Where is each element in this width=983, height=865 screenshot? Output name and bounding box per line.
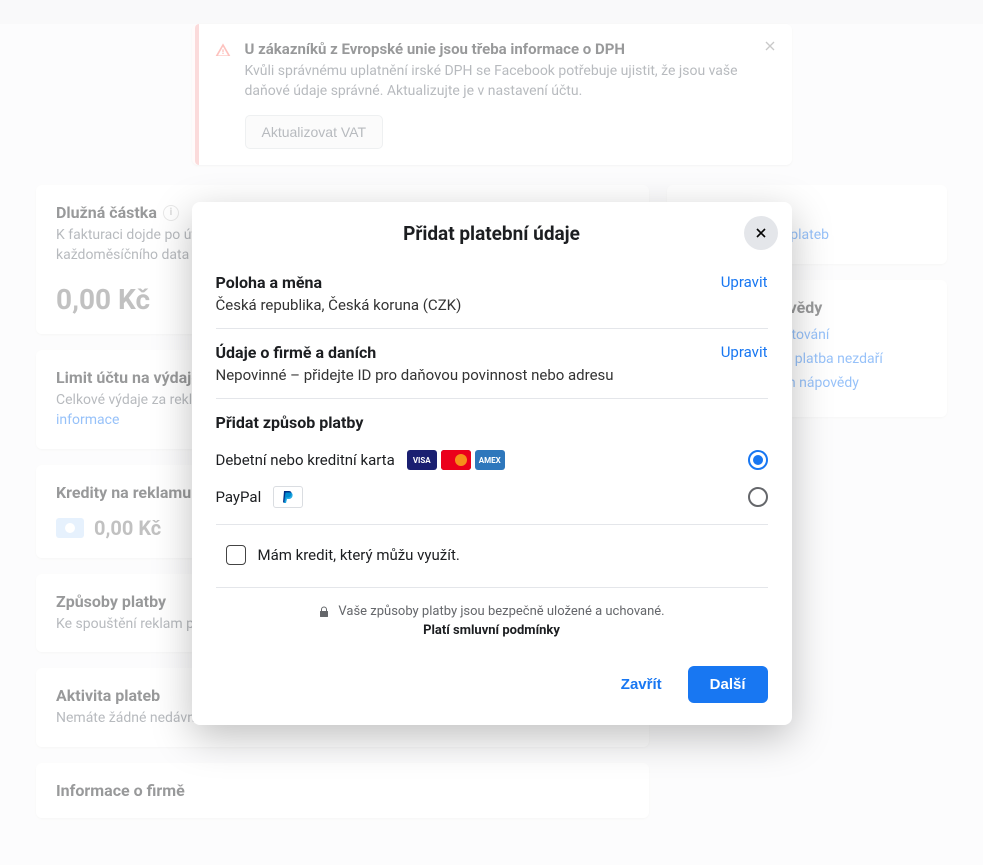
add-method-title: Přidat způsob platby	[216, 399, 768, 442]
credit-checkbox-row: Mám kredit, který můžu využít.	[216, 524, 768, 587]
paypal-option-label: PayPal	[216, 488, 262, 506]
tax-title: Údaje o firmě a daních	[216, 343, 614, 362]
location-section: Poloha a měna Česká republika, Česká kor…	[216, 259, 768, 329]
credit-checkbox-label: Mám kredit, který můžu využít.	[258, 546, 460, 564]
credit-checkbox[interactable]	[226, 545, 246, 565]
paypal-radio[interactable]	[748, 487, 768, 507]
location-title: Poloha a měna	[216, 273, 462, 292]
card-option-label: Debetní nebo kreditní karta	[216, 451, 395, 469]
tax-section: Údaje o firmě a daních Nepovinné – přide…	[216, 329, 768, 399]
next-button[interactable]: Další	[688, 666, 768, 703]
location-value: Česká republika, Česká koruna (CZK)	[216, 296, 462, 314]
secure-text: Vaše způsoby platby jsou bezpečně uložen…	[338, 604, 664, 619]
card-option-row[interactable]: Debetní nebo kreditní karta VISA AMEX	[216, 442, 768, 478]
mastercard-icon	[441, 450, 471, 470]
tax-edit-link[interactable]: Upravit	[721, 343, 768, 361]
visa-icon: VISA	[407, 450, 437, 470]
lock-icon	[318, 606, 330, 618]
modal-title: Přidat platební údaje	[216, 222, 768, 245]
paypal-option-row[interactable]: PayPal	[216, 478, 768, 516]
close-icon	[753, 225, 769, 241]
tax-value: Nepovinné – přidejte ID pro daňovou povi…	[216, 366, 614, 384]
card-radio[interactable]	[748, 450, 768, 470]
terms-link[interactable]: Platí smluvní podmínky	[216, 623, 768, 638]
close-button[interactable]: Zavřít	[603, 666, 680, 703]
amex-icon: AMEX	[475, 450, 505, 470]
modal-close-button[interactable]	[744, 216, 778, 250]
location-edit-link[interactable]: Upravit	[721, 273, 768, 291]
paypal-icon	[273, 486, 303, 508]
add-payment-modal: Přidat platební údaje Poloha a měna Česk…	[192, 202, 792, 725]
secure-note: Vaše způsoby platby jsou bezpečně uložen…	[216, 587, 768, 654]
